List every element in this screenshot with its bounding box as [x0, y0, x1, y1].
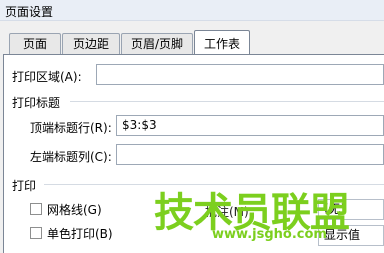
tab-margins[interactable]: 页边距	[62, 33, 120, 54]
print-area-label: 打印区域(A):	[12, 70, 82, 84]
print-titles-section-label: 打印标题	[12, 96, 61, 110]
top-rows-input[interactable]: $3:$3	[116, 115, 384, 136]
print-titles-divider	[70, 101, 384, 102]
top-rows-label: 顶端标题行(R):	[30, 121, 112, 135]
mono-print-label[interactable]: 单色打印(B)	[47, 225, 113, 242]
tab-sheet[interactable]: 工作表	[194, 30, 250, 55]
dialog-title-bar: 页面设置	[0, 0, 384, 21]
gridlines-label[interactable]: 网格线(G)	[47, 201, 102, 218]
mono-print-checkbox[interactable]	[30, 227, 42, 239]
left-cols-input[interactable]	[116, 144, 384, 165]
gridlines-checkbox[interactable]	[30, 203, 42, 215]
tab-strip: 页面 页边距 页眉/页脚 工作表	[0, 30, 384, 55]
print-section-label: 打印	[12, 179, 37, 193]
tab-header-footer[interactable]: 页眉/页脚	[121, 33, 193, 54]
print-area-input[interactable]	[96, 64, 384, 85]
dialog-title: 页面设置	[5, 5, 54, 19]
watermark-url: www.jsgho.com	[212, 227, 327, 242]
left-cols-label: 左端标题列(C):	[30, 150, 112, 164]
tab-page[interactable]: 页面	[9, 33, 61, 54]
